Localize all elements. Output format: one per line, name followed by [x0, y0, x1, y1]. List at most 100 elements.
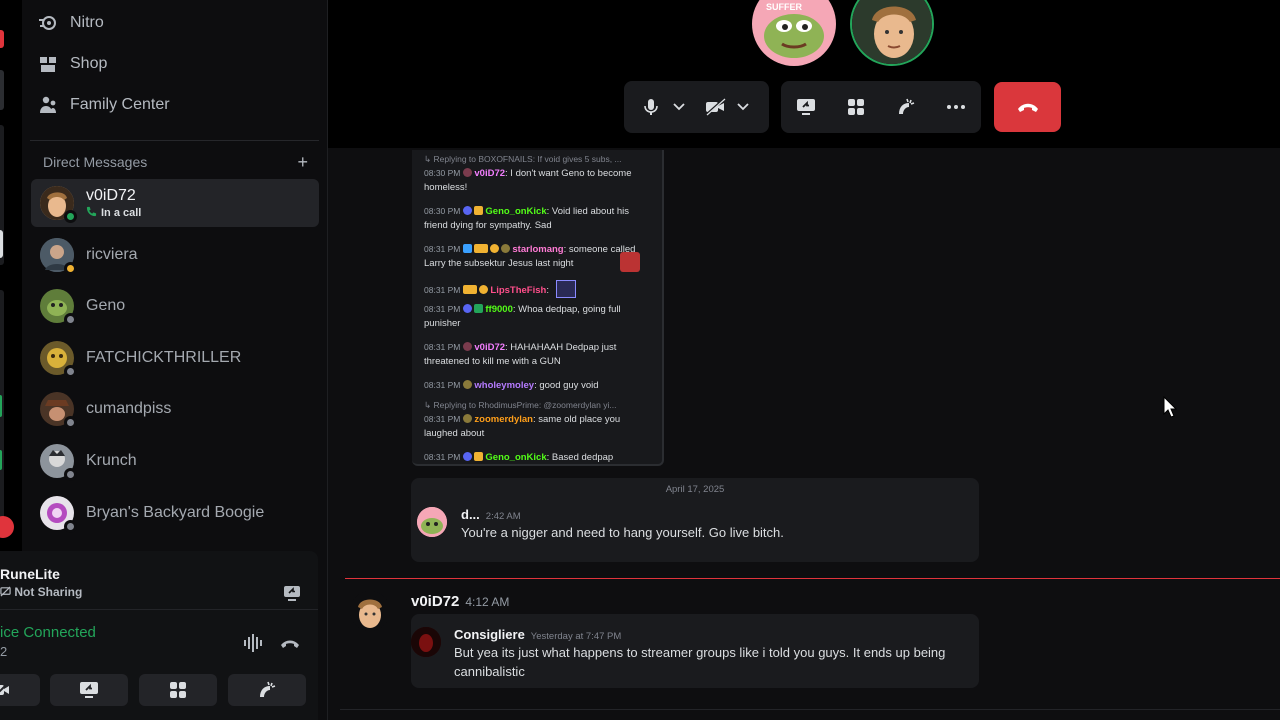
dm-item[interactable]: ricviera — [31, 231, 319, 279]
participant-tile[interactable]: SUFFER — [752, 0, 836, 66]
hangup-icon — [281, 640, 299, 648]
dm-item[interactable]: Krunch — [31, 437, 319, 485]
noise-suppression-button[interactable] — [242, 633, 264, 653]
create-dm-button[interactable]: + — [297, 153, 308, 171]
mic-options-button[interactable] — [670, 88, 688, 126]
voice-channel-name[interactable]: 2 — [0, 644, 7, 659]
nav-family-center[interactable]: Family Center — [38, 88, 170, 122]
message-composer[interactable] — [340, 709, 1280, 720]
dm-name: Bryan's Backyard Boogie — [86, 504, 265, 521]
message-time: Yesterday at 7:47 PM — [530, 631, 622, 642]
new-messages-divider — [345, 578, 1280, 579]
pfp-text: SUFFER — [766, 2, 802, 12]
message-avatar[interactable] — [350, 591, 390, 631]
dm-item[interactable]: Geno — [31, 282, 319, 330]
chat-time: 08:30 PM — [424, 168, 461, 178]
family-center-icon — [38, 95, 58, 115]
voice-connection-status[interactable]: ice Connected — [0, 624, 96, 641]
badge-icon — [463, 380, 473, 389]
chat-user: ff9000 — [485, 304, 513, 315]
disconnect-button[interactable] — [279, 633, 301, 653]
status-offline-indicator — [64, 468, 77, 481]
chat-screenshot-image[interactable]: ↳ Replying to BOXOFNAILS: If void gives … — [412, 150, 664, 466]
leave-call-button[interactable] — [994, 82, 1061, 132]
more-options-button[interactable] — [937, 88, 975, 126]
status-offline-indicator — [64, 416, 77, 429]
activities-button[interactable] — [837, 88, 875, 126]
chat-time: 08:31 PM — [424, 304, 461, 314]
reply-text: Replying to RhodimusPrime: @zoomerdylan … — [433, 400, 617, 410]
chat-line: 08:31 PM Geno_onKick: Based dedpap — [424, 450, 650, 464]
camera-toggle-button[interactable] — [0, 674, 40, 706]
avatar — [40, 341, 77, 378]
chat-user: Geno_onKick — [485, 452, 547, 463]
crown-icon — [474, 244, 489, 253]
message-date: April 17, 2025 — [665, 484, 725, 495]
chat-user: Geno_onKick — [485, 206, 547, 217]
nav-nitro[interactable]: Nitro — [38, 6, 104, 40]
dm-item[interactable]: FATCHICKTHRILLER — [31, 334, 319, 382]
shop-icon — [38, 54, 58, 74]
dm-status-text: In a call — [101, 206, 142, 219]
badge-icon — [479, 285, 489, 294]
dm-name: Geno — [86, 297, 126, 314]
crown-icon — [463, 285, 478, 294]
screen-share-button[interactable] — [282, 583, 302, 603]
chat-user: starlomang — [512, 244, 564, 255]
dm-name: FATCHICKTHRILLER — [86, 349, 242, 366]
message-author[interactable]: Consigliere — [454, 627, 525, 642]
activities-icon — [848, 99, 864, 115]
chat-line: 08:31 PM starlomang: someone called Larry… — [424, 242, 650, 271]
forwarded-message[interactable]: April 17, 2025 d... 2:42 AM You're a nigg… — [411, 478, 979, 562]
chat-time: 08:31 PM — [424, 414, 461, 424]
soundboard-button[interactable] — [887, 88, 925, 126]
status-idle-indicator — [64, 262, 77, 275]
forwarded-message[interactable]: Consigliere Yesterday at 7:47 PM But yea … — [411, 614, 979, 688]
dm-item[interactable]: cumandpiss — [31, 385, 319, 433]
nitro-icon — [38, 13, 58, 33]
server-indicator — [0, 30, 4, 48]
badge-icon — [501, 244, 511, 253]
chat-user: zoomerdylan — [474, 414, 533, 425]
avatar — [40, 392, 77, 429]
camera-options-button[interactable] — [734, 88, 752, 126]
divider — [0, 609, 318, 610]
chat-time: 08:31 PM — [424, 285, 461, 295]
mic-camera-controls — [624, 81, 769, 133]
participant-tile-speaking[interactable] — [850, 0, 934, 66]
chat-text: : good guy void — [534, 380, 599, 391]
nav-label: Nitro — [70, 14, 104, 31]
chat-line: 08:31 PM v0iD72: HAHAHAAH Dedpap just thr… — [424, 340, 650, 369]
message-author[interactable]: v0iD72 — [411, 593, 459, 610]
soundboard-button[interactable] — [228, 674, 306, 706]
screen-off-icon — [0, 585, 14, 599]
mute-button[interactable] — [632, 88, 670, 126]
hangup-icon — [1017, 103, 1038, 112]
chat-time: 08:31 PM — [424, 342, 461, 352]
dm-item[interactable]: v0iD72 In a call — [31, 179, 319, 227]
call-stage: SUFFER — [328, 0, 1280, 148]
badge-icon — [463, 304, 473, 313]
status-offline-indicator — [64, 520, 77, 533]
dm-header: Direct Messages + — [43, 153, 308, 171]
badge-icon — [463, 206, 473, 215]
camera-off-icon — [0, 681, 10, 695]
share-screen-button[interactable] — [50, 674, 128, 706]
chat-text: : Based dedpap — [546, 452, 614, 463]
avatar — [40, 496, 77, 533]
server-indicator — [0, 450, 2, 470]
dm-item[interactable]: Bryan's Backyard Boogie — [31, 489, 319, 537]
reply-context: ↳ Replying to BOXOFNAILS: If void gives … — [424, 154, 622, 164]
message-header: Consigliere Yesterday at 7:47 PM — [454, 626, 621, 644]
activities-button[interactable] — [139, 674, 217, 706]
badge-icon — [474, 304, 484, 313]
message-author[interactable]: d... — [461, 507, 480, 522]
chat-user: v0iD72 — [474, 168, 506, 179]
camera-button[interactable] — [696, 88, 734, 126]
nav-shop[interactable]: Shop — [38, 47, 107, 81]
chat-line: 08:31 PM ff9000: Whoa dedpap, going full … — [424, 302, 650, 331]
screen-share-button[interactable] — [787, 88, 825, 126]
avatar — [40, 444, 77, 481]
message-time: 2:42 AM — [485, 511, 521, 522]
chevron-down-icon — [737, 103, 749, 111]
